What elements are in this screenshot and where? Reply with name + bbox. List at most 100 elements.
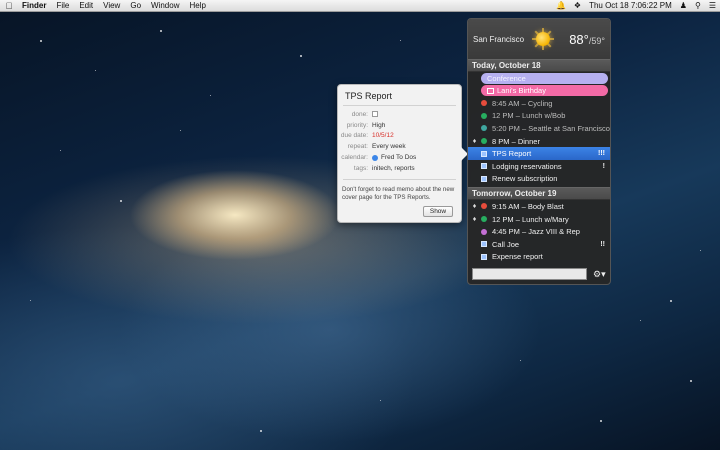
reminder-text: TPS Report [492, 149, 532, 159]
priority-flag: !! [600, 240, 605, 248]
field-label: repeat: [347, 143, 368, 151]
gear-icon[interactable]: ⚙▾ [593, 269, 606, 280]
field-due-date: due date: 10/5/12 [338, 131, 461, 142]
menu-go[interactable]: Go [125, 1, 146, 10]
event-row[interactable]: 8:45 AM – Cycling [468, 97, 610, 110]
show-button[interactable]: Show [423, 206, 453, 217]
temperature-high: 88° [569, 31, 589, 47]
reminder-fields: done: priority: High due date: 10/5/12 r… [338, 106, 461, 174]
field-calendar: calendar: Fred To Dos [338, 152, 461, 163]
quick-add-input[interactable] [472, 268, 587, 280]
field-done: done: [338, 109, 461, 120]
reminder-row-selected[interactable]: TPS Report !!! [468, 147, 610, 160]
spotlight-search-icon[interactable]: ⚲ [691, 1, 705, 10]
done-checkbox-wrap [372, 111, 378, 118]
event-row[interactable]: ♦ 9:15 AM – Body Blast [468, 200, 610, 213]
priority-flag: ! [602, 162, 605, 170]
menu-help[interactable]: Help [184, 1, 210, 10]
calendar-value-wrap[interactable]: Fred To Dos [372, 154, 416, 161]
reminder-checkbox[interactable] [481, 241, 487, 248]
calendar-color-dot [372, 154, 378, 161]
reminder-row[interactable]: Call Joe !! [468, 238, 610, 251]
reminder-checkbox[interactable] [481, 150, 487, 157]
field-label: calendar: [341, 154, 368, 162]
allday-event-label: Conference [487, 74, 526, 83]
apple-menu-icon[interactable]:  [0, 1, 18, 11]
field-label: priority: [346, 121, 368, 129]
priority-flag: !!! [598, 150, 605, 158]
field-repeat: repeat: Every week [338, 141, 461, 152]
event-row[interactable]: ♦ 12 PM – Lunch w/Mary [468, 213, 610, 226]
calendar-color-dot [481, 125, 487, 132]
event-text: 9:15 AM – Body Blast [492, 201, 564, 211]
gift-icon [487, 87, 494, 94]
priority-value[interactable]: High [372, 122, 385, 129]
event-text: 12 PM – Lunch w/Bob [492, 111, 566, 121]
repeat-value[interactable]: Every week [372, 143, 406, 150]
reminder-note[interactable]: Don't forget to read memo about the new … [338, 180, 461, 202]
menu-file[interactable]: File [51, 1, 74, 10]
event-text: 5:20 PM – Seattle at San Francisco [492, 123, 610, 133]
due-date-value[interactable]: 10/5/12 [372, 132, 394, 139]
reminder-detail-popover: TPS Report done: priority: High due date… [337, 84, 468, 223]
menu-app-name[interactable]: Finder [18, 1, 51, 10]
event-text: 4:45 PM – Jazz VIII & Rep [492, 227, 580, 237]
field-label: due date: [340, 132, 368, 140]
weather-city: San Francisco [473, 34, 525, 44]
menu-view[interactable]: View [98, 1, 125, 10]
calendar-color-dot [481, 112, 487, 119]
event-row[interactable]: 12 PM – Lunch w/Bob [468, 110, 610, 123]
event-text: 12 PM – Lunch w/Mary [492, 214, 569, 224]
menu-extras: 🔔 ❖ Thu Oct 18 7:06:22 PM ♟ ⚲ ☰ [552, 0, 720, 12]
menu-edit[interactable]: Edit [74, 1, 98, 10]
bell-icon[interactable]: 🔔 [552, 1, 570, 10]
menu-bar:  Finder File Edit View Go Window Help 🔔… [0, 0, 720, 12]
reminder-text: Expense report [492, 252, 543, 262]
reminder-row[interactable]: Renew subscription [468, 173, 610, 186]
dropbox-icon[interactable]: ❖ [570, 1, 585, 10]
allday-event-birthday[interactable]: Lani's Birthday [481, 85, 608, 96]
calendar-dropdown-panel: San Francisco 88° /59° Today, October 18… [467, 18, 611, 285]
sunny-weather-icon [532, 28, 555, 50]
reminder-text: Call Joe [492, 239, 520, 249]
event-text: 8:45 AM – Cycling [492, 98, 553, 108]
reminder-row[interactable]: Lodging reservations ! [468, 160, 610, 173]
event-row[interactable]: 4:45 PM – Jazz VIII & Rep [468, 225, 610, 238]
reminder-checkbox[interactable] [481, 163, 487, 170]
field-priority: priority: High [338, 120, 461, 131]
popover-title[interactable]: TPS Report [338, 85, 461, 105]
menubar-clock[interactable]: Thu Oct 18 7:06:22 PM [585, 1, 676, 10]
reminder-row[interactable]: Expense report [468, 251, 610, 264]
allday-event-conference[interactable]: Conference [481, 73, 608, 84]
temperature-low: /59° [588, 35, 605, 46]
calendar-color-dot [481, 203, 487, 210]
calendar-color-dot [481, 216, 487, 223]
event-text: 8 PM – Dinner [492, 136, 540, 146]
list-icon[interactable]: ☰ [705, 1, 720, 10]
weather-header: San Francisco 88° /59° [468, 19, 610, 59]
alarm-bell-icon: ♦ [472, 202, 477, 210]
day-header-tomorrow: Tomorrow, October 19 [468, 187, 610, 201]
reminder-text: Lodging reservations [492, 161, 562, 171]
day-header-today: Today, October 18 [468, 59, 610, 72]
done-checkbox[interactable] [372, 111, 378, 118]
reminder-checkbox[interactable] [481, 253, 487, 260]
calendar-color-dot [481, 228, 487, 235]
field-label: tags: [353, 164, 368, 172]
calendar-value: Fred To Dos [381, 154, 417, 162]
user-icon[interactable]: ♟ [676, 1, 691, 10]
event-row[interactable]: 5:20 PM – Seattle at San Francisco [468, 122, 610, 135]
event-row[interactable]: ♦ 8 PM – Dinner [468, 135, 610, 148]
alarm-bell-icon: ♦ [472, 215, 477, 223]
field-tags: tags: initech, reports [338, 163, 461, 174]
calendar-color-dot [481, 100, 487, 107]
allday-event-label: Lani's Birthday [497, 86, 546, 95]
reminder-checkbox[interactable] [481, 175, 487, 182]
alarm-bell-icon: ♦ [472, 137, 477, 145]
calendar-color-dot [481, 138, 487, 145]
menu-window[interactable]: Window [146, 1, 184, 10]
reminder-text: Renew subscription [492, 174, 558, 184]
panel-footer: ⚙▾ [468, 264, 610, 284]
tags-value[interactable]: initech, reports [372, 165, 415, 172]
field-label: done: [351, 110, 368, 118]
